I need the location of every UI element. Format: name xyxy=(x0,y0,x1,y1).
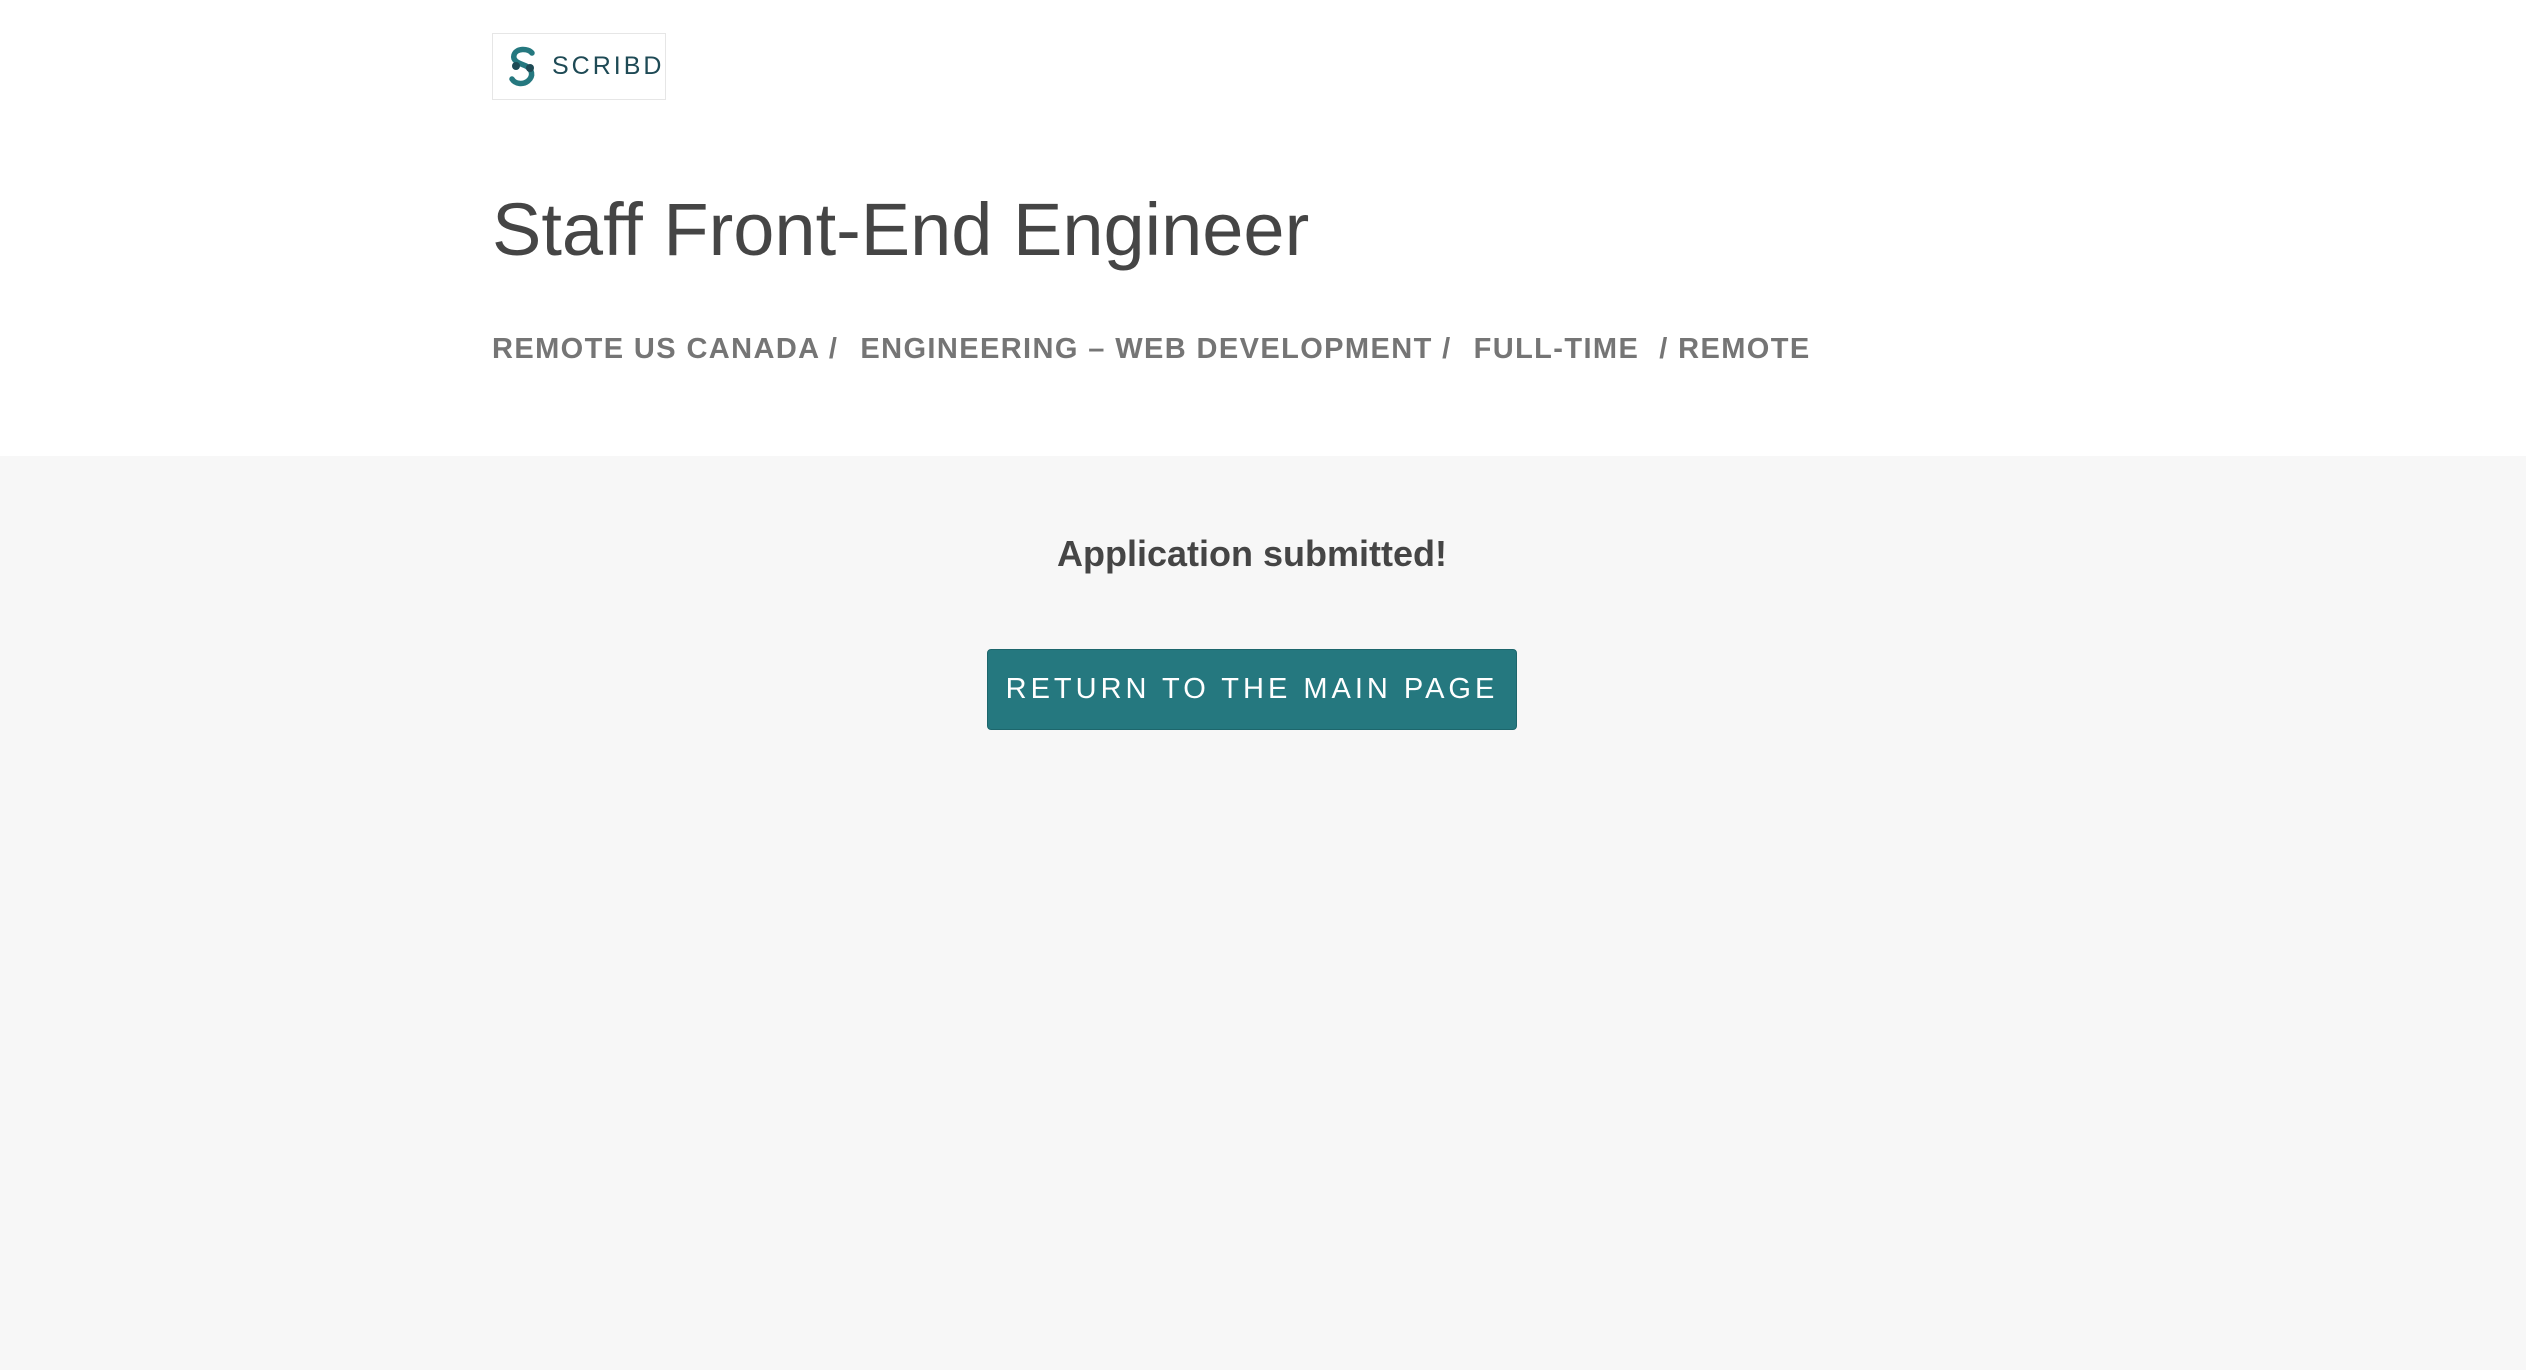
category-location: REMOTE US CANADA / xyxy=(492,333,839,365)
category-workplace: / REMOTE xyxy=(1659,333,1811,365)
posting-header: SCRIBD Staff Front-End Engineer REMOTE U… xyxy=(0,0,2526,456)
return-to-main-page-button[interactable]: RETURN TO THE MAIN PAGE xyxy=(987,649,1517,730)
logo-text: SCRIBD xyxy=(552,52,665,80)
category-department: ENGINEERING – WEB DEVELOPMENT / xyxy=(860,333,1452,365)
job-title: Staff Front-End Engineer xyxy=(492,188,1310,271)
scribd-s-logo-icon xyxy=(509,46,535,86)
page: SCRIBD Staff Front-End Engineer REMOTE U… xyxy=(0,0,2526,1370)
company-logo-link[interactable]: SCRIBD xyxy=(492,33,666,100)
category-commitment: FULL-TIME xyxy=(1473,333,1640,365)
confirmation-message: Application submitted! xyxy=(1057,533,1447,574)
posting-categories: REMOTE US CANADA / ENGINEERING – WEB DEV… xyxy=(492,331,1811,367)
confirmation-section: Application submitted! RETURN TO THE MAI… xyxy=(0,456,2526,1370)
